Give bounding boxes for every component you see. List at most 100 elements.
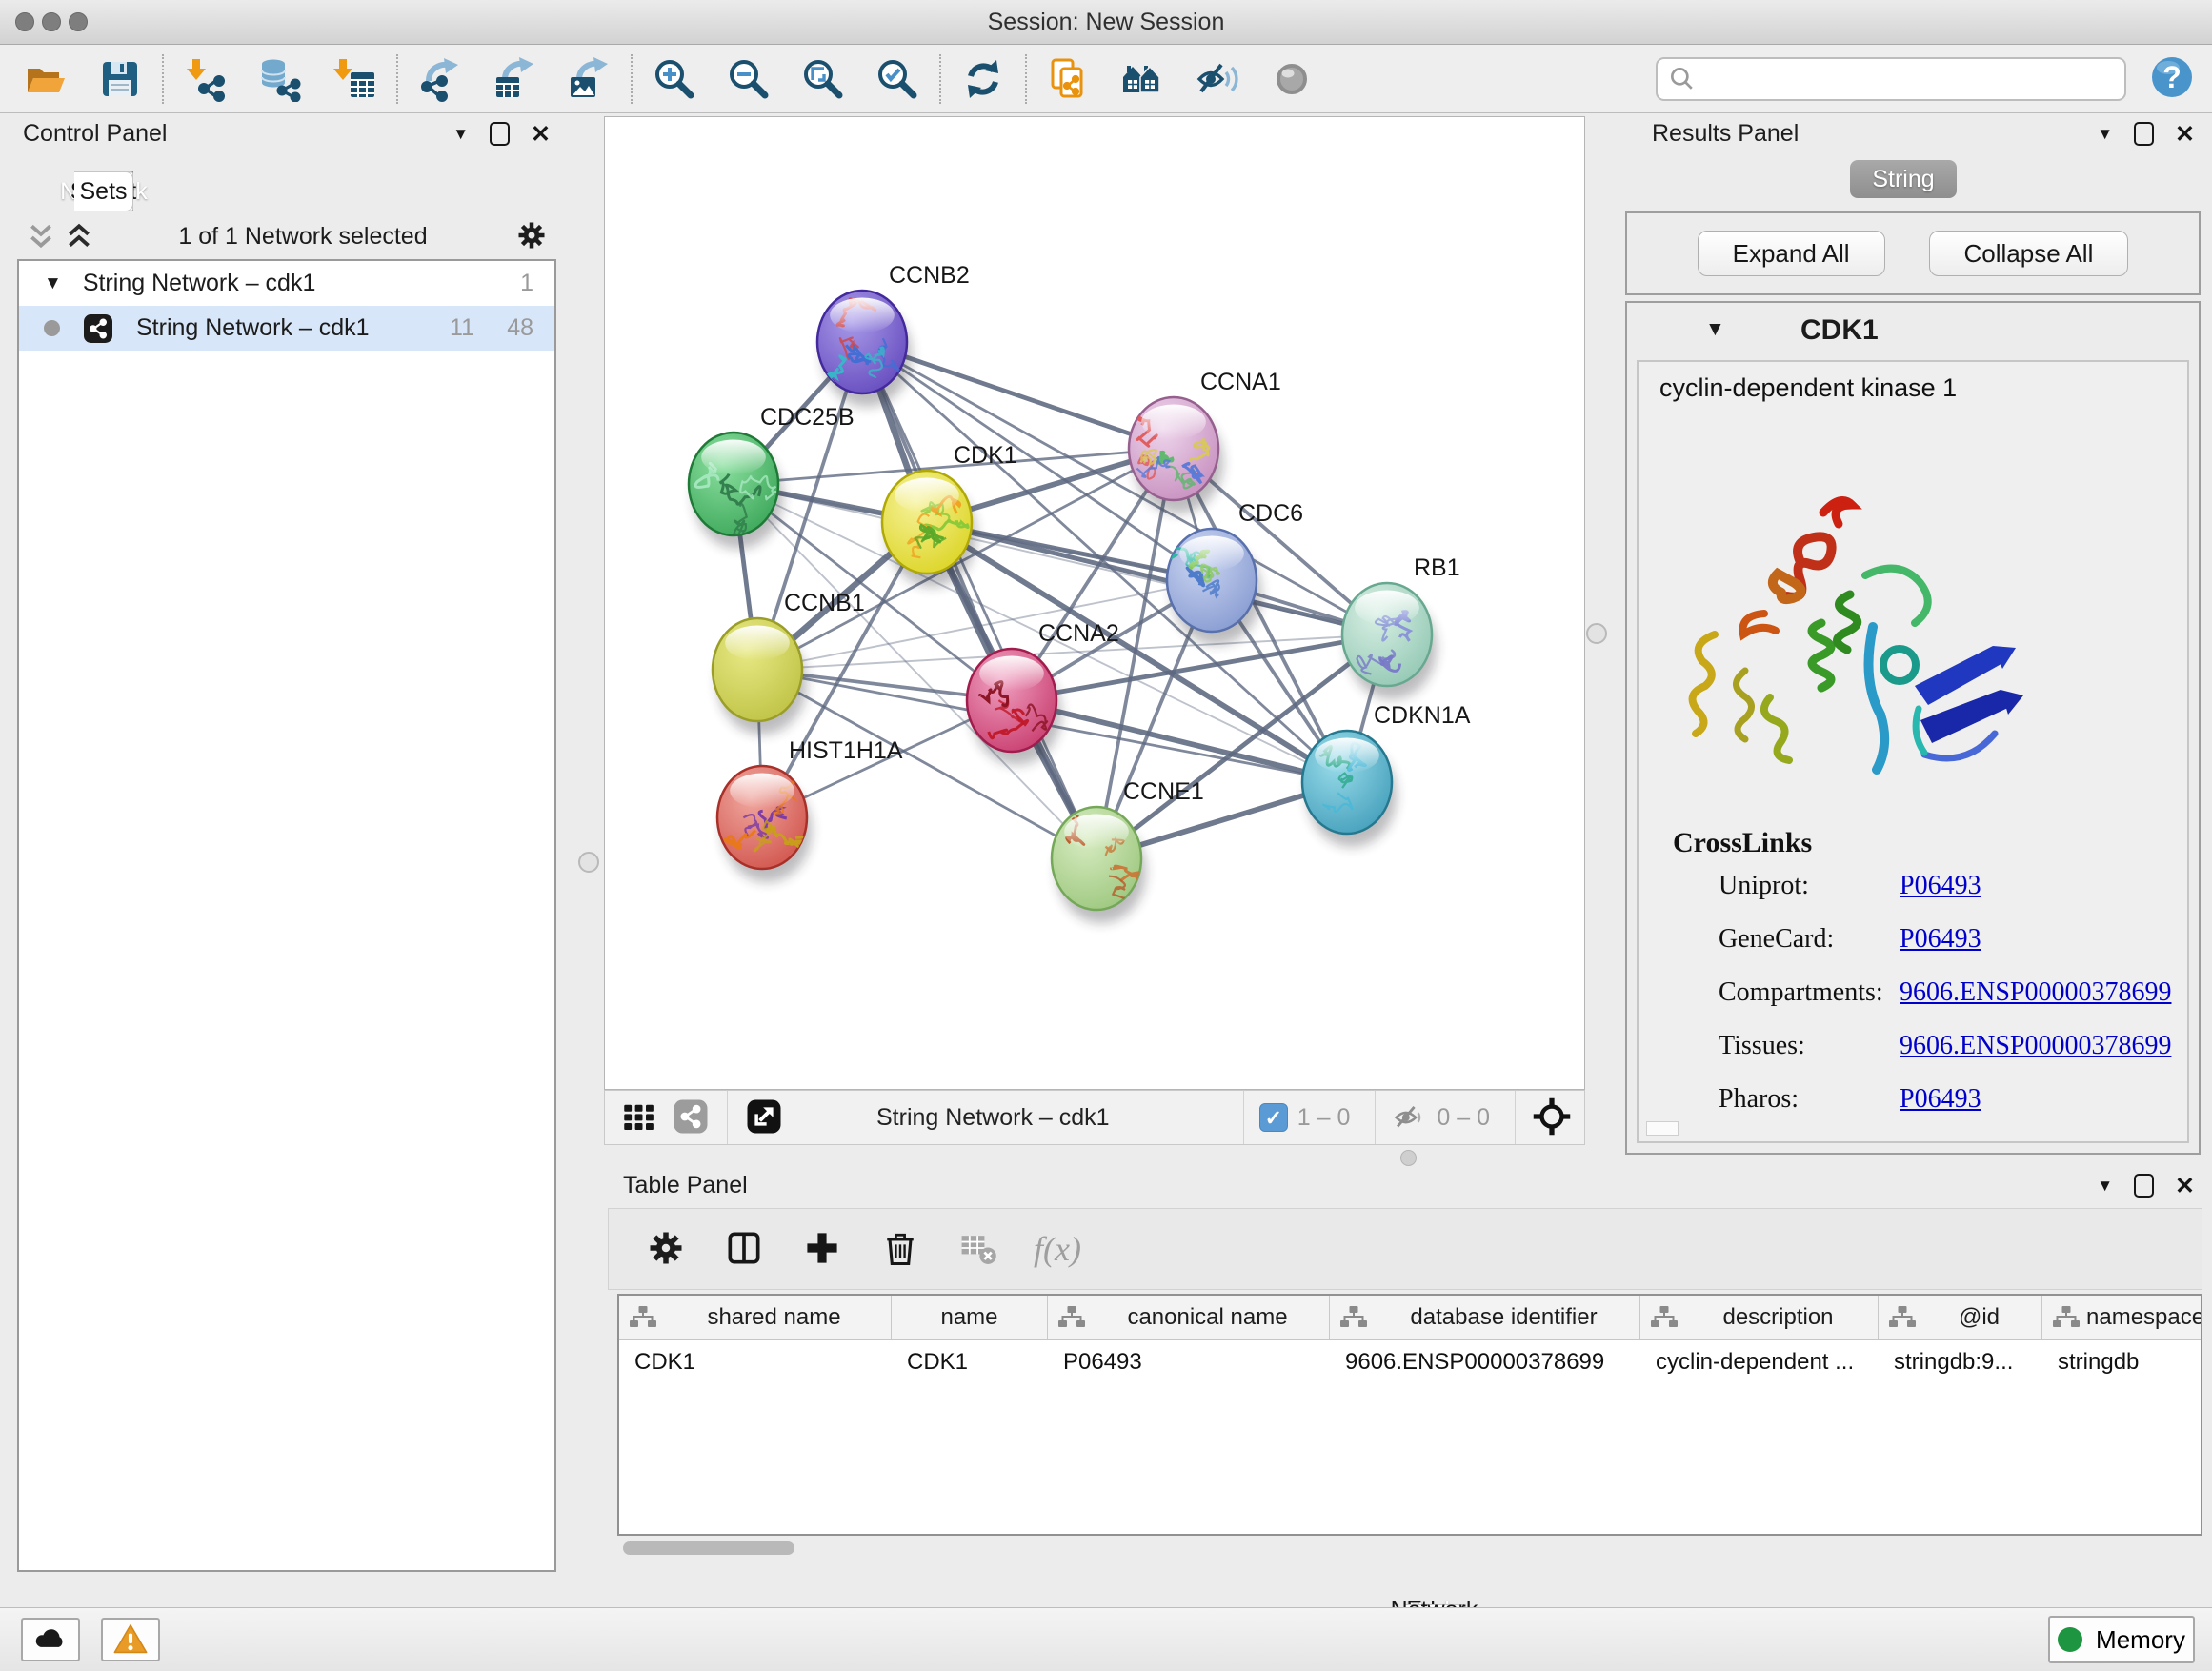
network-collection-row[interactable]: ▼ String Network – cdk1 1 — [19, 261, 554, 306]
zoom-selected-button[interactable] — [867, 51, 928, 107]
expand-all-icon[interactable] — [65, 221, 93, 252]
show-networks-home-button[interactable] — [1113, 51, 1174, 107]
export-network-button[interactable] — [410, 51, 471, 107]
left-splitter-handle[interactable] — [578, 852, 599, 873]
render-preview-button[interactable] — [1261, 51, 1322, 107]
crosslink-link[interactable]: P06493 — [1900, 1084, 1981, 1114]
node-CCNB1[interactable]: CCNB1 — [713, 590, 865, 735]
zoom-window-icon[interactable] — [69, 12, 88, 31]
collapse-card-icon[interactable]: ▼ — [1705, 318, 1725, 341]
hidden-eye-icon[interactable] — [1391, 1099, 1427, 1136]
share-icon — [671, 1097, 711, 1137]
delete-column-button[interactable] — [877, 1226, 923, 1272]
search-box[interactable] — [1656, 57, 2126, 101]
column-label: name — [892, 1304, 1047, 1331]
birdseye-grid-button[interactable] — [618, 1097, 660, 1138]
crosslink-link[interactable]: P06493 — [1900, 871, 1981, 900]
panel-menu-icon[interactable]: ▼ — [452, 123, 469, 146]
toolbar-separator — [396, 54, 398, 104]
horizontal-splitter-handle[interactable] — [1400, 1150, 1417, 1166]
cloud-button[interactable] — [21, 1618, 80, 1661]
network-canvas[interactable]: CCNB2CCNA1CDC25BCDK1CDC6RB1CCNB1CCNA2CDK… — [604, 116, 1585, 1090]
results-scrollbar[interactable] — [1646, 1121, 1679, 1136]
warnings-button[interactable] — [101, 1618, 160, 1661]
import-table-file-button[interactable] — [324, 51, 385, 107]
import-network-file-button[interactable] — [175, 51, 236, 107]
zoom-in-button[interactable] — [644, 51, 705, 107]
collapse-all-button[interactable]: Collapse All — [1929, 231, 2129, 276]
float-panel-icon[interactable] — [2134, 122, 2154, 146]
column-header-name[interactable]: name — [892, 1296, 1048, 1339]
close-panel-icon[interactable]: ✕ — [2175, 1175, 2195, 1198]
divider — [727, 1091, 728, 1144]
import-network-file-icon — [183, 56, 229, 102]
search-input[interactable] — [1698, 60, 2115, 98]
table-toolbar: f(x) — [608, 1208, 2202, 1290]
crosslink-link[interactable]: 9606.ENSP00000378699 — [1900, 977, 2171, 1007]
delete-table-button[interactable] — [955, 1226, 1001, 1272]
memory-button[interactable]: Memory — [2048, 1616, 2195, 1663]
help-button[interactable] — [2147, 54, 2197, 104]
right-splitter-handle[interactable] — [1586, 623, 1607, 644]
node-CDC6[interactable]: CDC6 — [1155, 500, 1303, 645]
network-row-selected[interactable]: String Network – cdk1 11 48 — [19, 306, 554, 351]
node-CCNE1[interactable]: CCNE1 — [1052, 778, 1204, 923]
search-icon — [1667, 64, 1698, 94]
column-header-database-identifier[interactable]: database identifier — [1330, 1296, 1640, 1339]
node-RB1[interactable]: RB1 — [1342, 554, 1460, 699]
node-HIST1H1A[interactable]: HIST1H1A — [717, 737, 903, 882]
network-list: ▼ String Network – cdk1 1 String Network… — [17, 259, 556, 1572]
close-window-icon[interactable] — [15, 12, 34, 31]
network-options-button[interactable] — [513, 217, 551, 255]
show-columns-button[interactable] — [721, 1226, 767, 1272]
table-options-button[interactable] — [643, 1226, 689, 1272]
open-session-button[interactable] — [15, 51, 76, 107]
create-column-button[interactable] — [799, 1226, 845, 1272]
minimize-window-icon[interactable] — [42, 12, 61, 31]
network-graph[interactable]: CCNB2CCNA1CDC25BCDK1CDC6RB1CCNB1CCNA2CDK… — [605, 117, 1584, 1089]
node-CCNB2[interactable]: CCNB2 — [817, 262, 970, 407]
column-header-description[interactable]: description — [1640, 1296, 1879, 1339]
scrollbar-thumb[interactable] — [623, 1541, 794, 1555]
crosslink-row: Compartments:9606.ENSP00000378699 — [1719, 977, 2171, 1008]
column-header-shared-name[interactable]: shared name — [619, 1296, 892, 1339]
fit-selected-button[interactable] — [1531, 1097, 1573, 1138]
column-header-canonical-name[interactable]: canonical name — [1048, 1296, 1330, 1339]
column-header-namespace[interactable]: namespace — [2042, 1296, 2202, 1339]
close-panel-icon[interactable]: ✕ — [531, 123, 551, 146]
protein-card-header[interactable]: ▼ CDK1 — [1627, 303, 2199, 360]
node-CCNA1[interactable]: CCNA1 — [1129, 369, 1281, 513]
copy-style-button[interactable] — [1038, 51, 1099, 107]
toolbar-groups — [15, 51, 1322, 107]
export-image-button[interactable] — [558, 51, 619, 107]
panel-menu-icon[interactable]: ▼ — [2097, 123, 2113, 146]
float-panel-icon[interactable] — [490, 122, 510, 146]
tab-string[interactable]: String — [1850, 160, 1957, 198]
toolbar-group — [15, 51, 151, 107]
refresh-layout-button[interactable] — [953, 51, 1014, 107]
crosslink-link[interactable]: P06493 — [1900, 924, 1981, 954]
gear-icon — [514, 218, 549, 252]
hide-selected-icon — [1195, 56, 1240, 102]
import-network-database-button[interactable] — [250, 51, 311, 107]
collapse-all-icon[interactable] — [27, 221, 55, 252]
zoom-out-button[interactable] — [718, 51, 779, 107]
selected-checkbox[interactable]: ✓ — [1259, 1103, 1288, 1132]
node-CDKN1A[interactable]: CDKN1A — [1302, 702, 1471, 847]
crosslink-link[interactable]: 9606.ENSP00000378699 — [1900, 1031, 2171, 1060]
tab-sets[interactable]: Sets — [74, 171, 133, 211]
tree-expand-icon[interactable]: ▼ — [44, 273, 62, 294]
detach-view-button[interactable] — [743, 1097, 785, 1138]
export-table-button[interactable] — [484, 51, 545, 107]
network-overview-button[interactable] — [670, 1097, 712, 1138]
refresh-layout-icon — [960, 56, 1006, 102]
table-row[interactable]: CDK1CDK1P064939606.ENSP00000378699cyclin… — [619, 1340, 2201, 1384]
save-session-button[interactable] — [90, 51, 151, 107]
panel-menu-icon[interactable]: ▼ — [2097, 1175, 2113, 1198]
column-header--id[interactable]: @id — [1879, 1296, 2042, 1339]
zoom-fit-button[interactable] — [793, 51, 854, 107]
float-panel-icon[interactable] — [2134, 1174, 2154, 1198]
hide-selected-button[interactable] — [1187, 51, 1248, 107]
expand-all-button[interactable]: Expand All — [1698, 231, 1885, 276]
close-panel-icon[interactable]: ✕ — [2175, 123, 2195, 146]
